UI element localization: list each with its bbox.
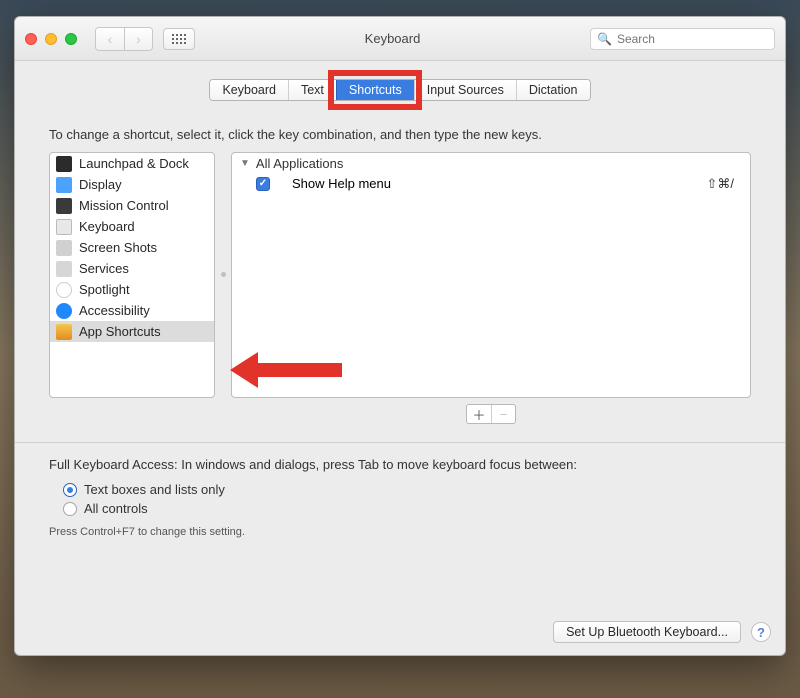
footer: Set Up Bluetooth Keyboard... ? (553, 621, 771, 643)
content-area: To change a shortcut, select it, click t… (15, 101, 785, 562)
category-label: Screen Shots (79, 240, 157, 255)
accessibility-icon (56, 303, 72, 319)
remove-button[interactable]: − (491, 405, 515, 423)
radio-label: Text boxes and lists only (84, 482, 225, 497)
category-label: Keyboard (79, 219, 135, 234)
access-title: Full Keyboard Access: In windows and dia… (49, 457, 751, 472)
category-label: Launchpad & Dock (79, 156, 189, 171)
tab-input-sources[interactable]: Input Sources (414, 80, 516, 100)
zoom-icon[interactable] (65, 33, 77, 45)
radio-button[interactable] (63, 502, 77, 516)
panes: Launchpad & Dock Display Mission Control Ke… (49, 152, 751, 398)
window-title: Keyboard (205, 31, 580, 46)
mission-control-icon (56, 198, 72, 214)
category-list[interactable]: Launchpad & Dock Display Mission Control Ke… (49, 152, 215, 398)
instruction-text: To change a shortcut, select it, click t… (49, 127, 751, 142)
category-label: Spotlight (79, 282, 130, 297)
add-button[interactable]: ＋ (467, 405, 491, 423)
help-button[interactable]: ? (751, 622, 771, 642)
access-hint: Press Control+F7 to change this setting. (49, 526, 751, 538)
services-icon (56, 261, 72, 277)
titlebar: ‹ › Keyboard 🔍 (15, 17, 785, 61)
minimize-icon[interactable] (45, 33, 57, 45)
category-app-shortcuts[interactable]: App Shortcuts (50, 321, 214, 342)
category-services[interactable]: Services (50, 258, 214, 279)
spotlight-icon (56, 282, 72, 298)
search-field[interactable]: 🔍 (590, 28, 775, 50)
tab-shortcuts[interactable]: Shortcuts (336, 80, 414, 100)
shortcut-keys: ⇧⌘/ (706, 176, 742, 192)
search-icon: 🔍 (597, 32, 612, 46)
screen-shots-icon (56, 240, 72, 256)
category-label: App Shortcuts (79, 324, 161, 339)
category-label: Services (79, 261, 129, 276)
access-option-1[interactable]: All controls (49, 499, 751, 518)
category-launchpad-dock[interactable]: Launchpad & Dock (50, 153, 214, 174)
shortcut-group-row[interactable]: ▼ All Applications (232, 153, 750, 173)
radio-label: All controls (84, 501, 148, 516)
launchpad-dock-icon (56, 156, 72, 172)
category-accessibility[interactable]: Accessibility (50, 300, 214, 321)
shortcut-label: Show Help menu (280, 176, 696, 191)
tab-segment: KeyboardTextShortcutsInput SourcesDictat… (209, 79, 590, 101)
category-keyboard[interactable]: Keyboard (50, 216, 214, 237)
display-icon (56, 177, 72, 193)
category-label: Display (79, 177, 122, 192)
add-remove-row: ＋ − (231, 404, 751, 424)
category-label: Mission Control (79, 198, 169, 213)
tab-dictation[interactable]: Dictation (516, 80, 590, 100)
scroll-indicator (221, 272, 226, 277)
tab-text[interactable]: Text (288, 80, 336, 100)
window-controls (25, 33, 77, 45)
back-button[interactable]: ‹ (96, 28, 124, 50)
tab-keyboard[interactable]: Keyboard (210, 80, 288, 100)
keyboard-access-section: Full Keyboard Access: In windows and dia… (49, 443, 751, 552)
show-all-button[interactable] (163, 28, 195, 50)
disclosure-triangle-icon[interactable]: ▼ (240, 158, 250, 169)
category-spotlight[interactable]: Spotlight (50, 279, 214, 300)
group-label: All Applications (256, 156, 343, 171)
search-input[interactable] (617, 32, 772, 46)
keyboard-icon (56, 219, 72, 235)
grid-icon (172, 34, 186, 44)
shortcut-checkbox[interactable]: ✓ (256, 177, 270, 191)
forward-button[interactable]: › (124, 28, 152, 50)
add-remove-group: ＋ − (466, 404, 516, 424)
radio-button[interactable] (63, 483, 77, 497)
tabs-row: KeyboardTextShortcutsInput SourcesDictat… (15, 61, 785, 101)
shortcut-list[interactable]: ▼ All Applications ✓ Show Help menu ⇧⌘/ (231, 152, 751, 398)
access-option-0[interactable]: Text boxes and lists only (49, 480, 751, 499)
category-screen-shots[interactable]: Screen Shots (50, 237, 214, 258)
bluetooth-keyboard-button[interactable]: Set Up Bluetooth Keyboard... (553, 621, 741, 643)
close-icon[interactable] (25, 33, 37, 45)
category-display[interactable]: Display (50, 174, 214, 195)
nav-group: ‹ › (95, 27, 153, 51)
category-mission-control[interactable]: Mission Control (50, 195, 214, 216)
preferences-window: ‹ › Keyboard 🔍 KeyboardTextShortcutsInpu… (14, 16, 786, 656)
app-shortcuts-icon (56, 324, 72, 340)
category-label: Accessibility (79, 303, 150, 318)
shortcut-row[interactable]: ✓ Show Help menu ⇧⌘/ (232, 173, 750, 194)
